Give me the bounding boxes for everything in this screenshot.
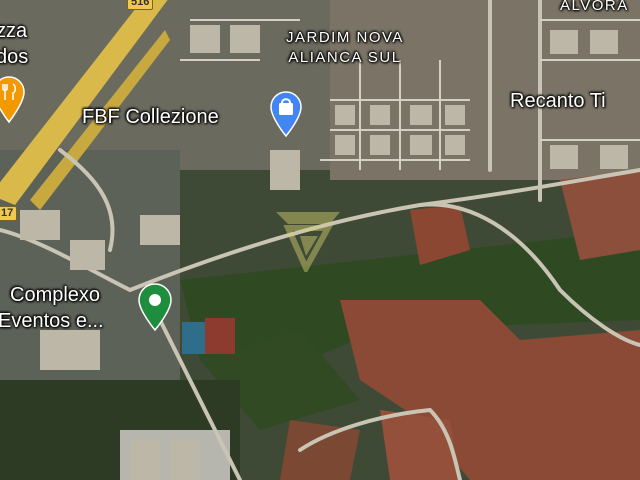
store-label[interactable]: FBF Collezione	[82, 106, 219, 129]
neighborhood-label-line2: ALIANCA SUL	[288, 49, 402, 66]
dos-label: dos	[0, 46, 29, 68]
pizza-label[interactable]: zza	[0, 20, 27, 43]
recanto-label: Recanto Ti	[510, 90, 606, 112]
satellite-map[interactable]: 516 17 JARDIM NOVA ALIANCA SUL ALVORA FB…	[0, 0, 640, 480]
alvorada-label: ALVORA	[560, 0, 629, 14]
complexo-label-line2[interactable]: Eventos e...	[0, 310, 104, 333]
complexo-label-line1[interactable]: Complexo	[10, 284, 100, 307]
neighborhood-label-line1: JARDIM NOVA	[286, 29, 404, 46]
watermark-logo-icon	[276, 212, 340, 272]
event-venue-icon[interactable]	[137, 282, 173, 332]
road-shield-top: 516	[127, 0, 154, 10]
shopping-bag-icon[interactable]	[268, 90, 304, 138]
neighborhood-label: JARDIM NOVA ALIANCA SUL	[286, 28, 404, 68]
restaurant-icon[interactable]	[0, 74, 26, 124]
road-shield-left: 17	[0, 206, 18, 221]
